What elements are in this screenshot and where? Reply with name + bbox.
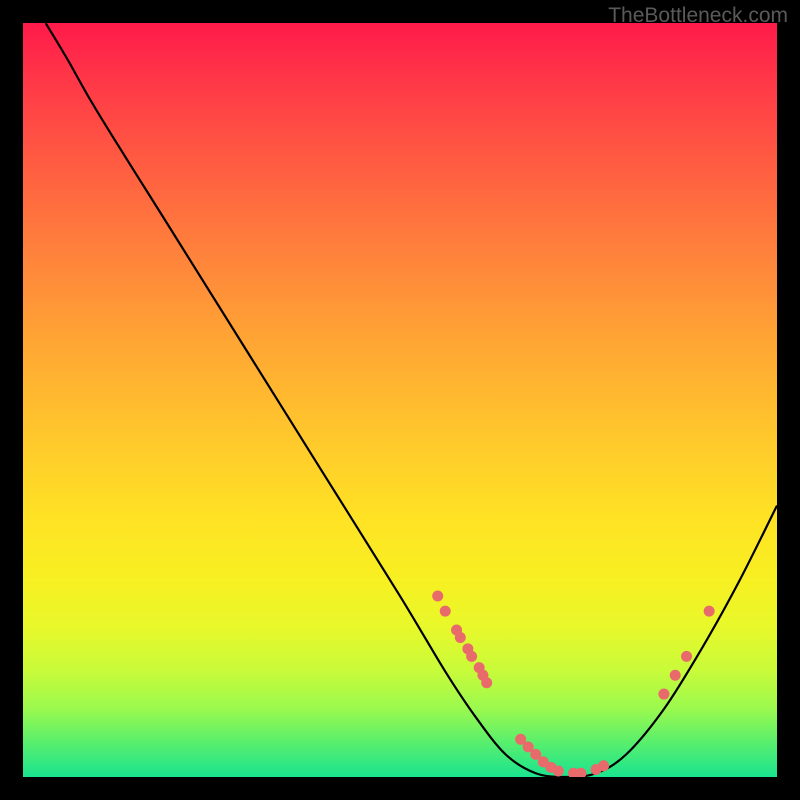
curve-marker [553, 765, 564, 776]
curve-marker [681, 651, 692, 662]
curve-markers [432, 591, 714, 777]
chart-plot-area [23, 23, 777, 777]
curve-marker [455, 632, 466, 643]
watermark-text: TheBottleneck.com [608, 4, 788, 28]
bottleneck-curve [46, 23, 777, 777]
chart-svg [23, 23, 777, 777]
curve-marker [440, 606, 451, 617]
curve-marker [466, 651, 477, 662]
curve-marker [658, 689, 669, 700]
curve-marker [481, 677, 492, 688]
curve-marker [704, 606, 715, 617]
curve-marker [598, 760, 609, 771]
curve-marker [575, 768, 586, 777]
curve-marker [432, 591, 443, 602]
curve-marker [670, 670, 681, 681]
